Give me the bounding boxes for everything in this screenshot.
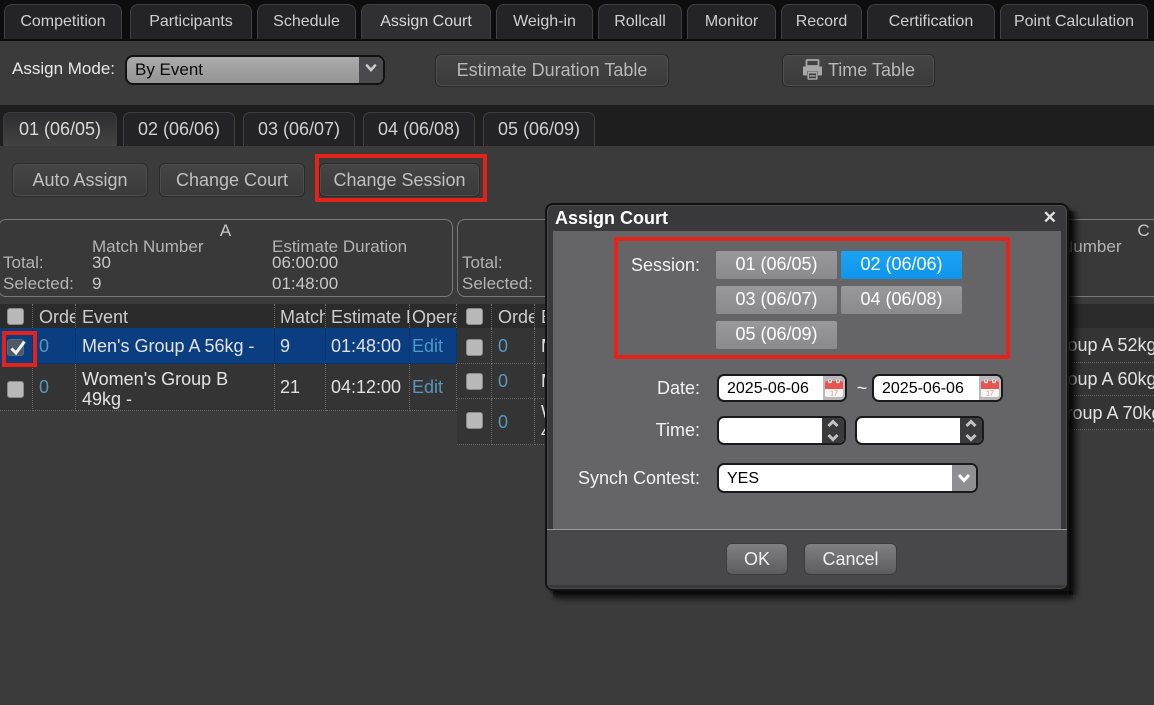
svg-text:17: 17 — [986, 391, 994, 398]
svg-text:17: 17 — [830, 391, 838, 398]
